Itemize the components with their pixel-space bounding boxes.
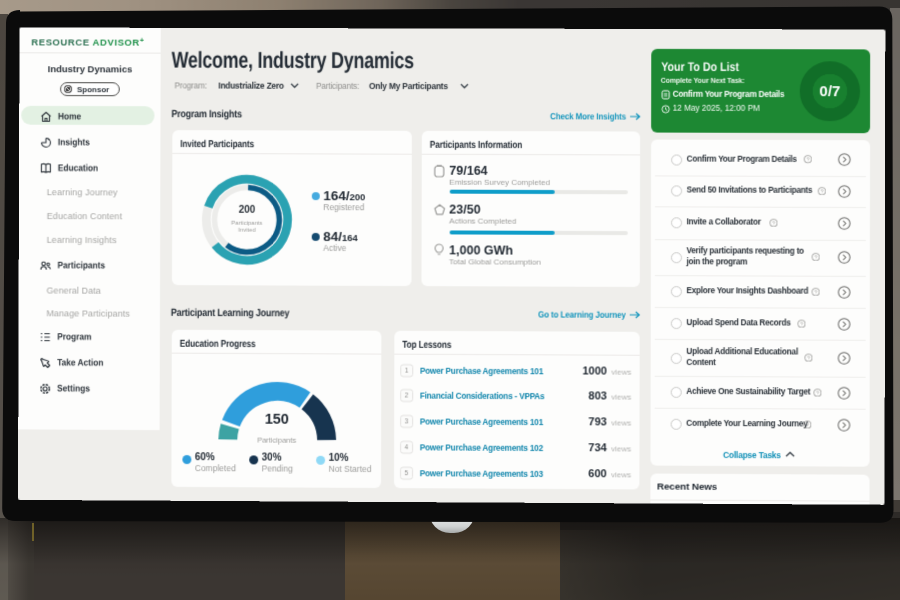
svg-text:?: ? [772, 221, 775, 227]
svg-text:200: 200 [239, 205, 256, 216]
svg-text:?: ? [806, 157, 809, 163]
svg-text:?: ? [814, 255, 817, 261]
svg-text:?: ? [816, 391, 819, 397]
svg-text:?: ? [800, 322, 803, 328]
svg-text:?: ? [806, 422, 809, 428]
svg-text:?: ? [820, 189, 823, 195]
svg-text:?: ? [807, 356, 810, 362]
svg-text:?: ? [814, 290, 817, 296]
svg-text:0/7: 0/7 [819, 85, 840, 101]
svg-text:Participants: Participants [232, 221, 263, 227]
svg-text:Invited: Invited [238, 228, 256, 234]
